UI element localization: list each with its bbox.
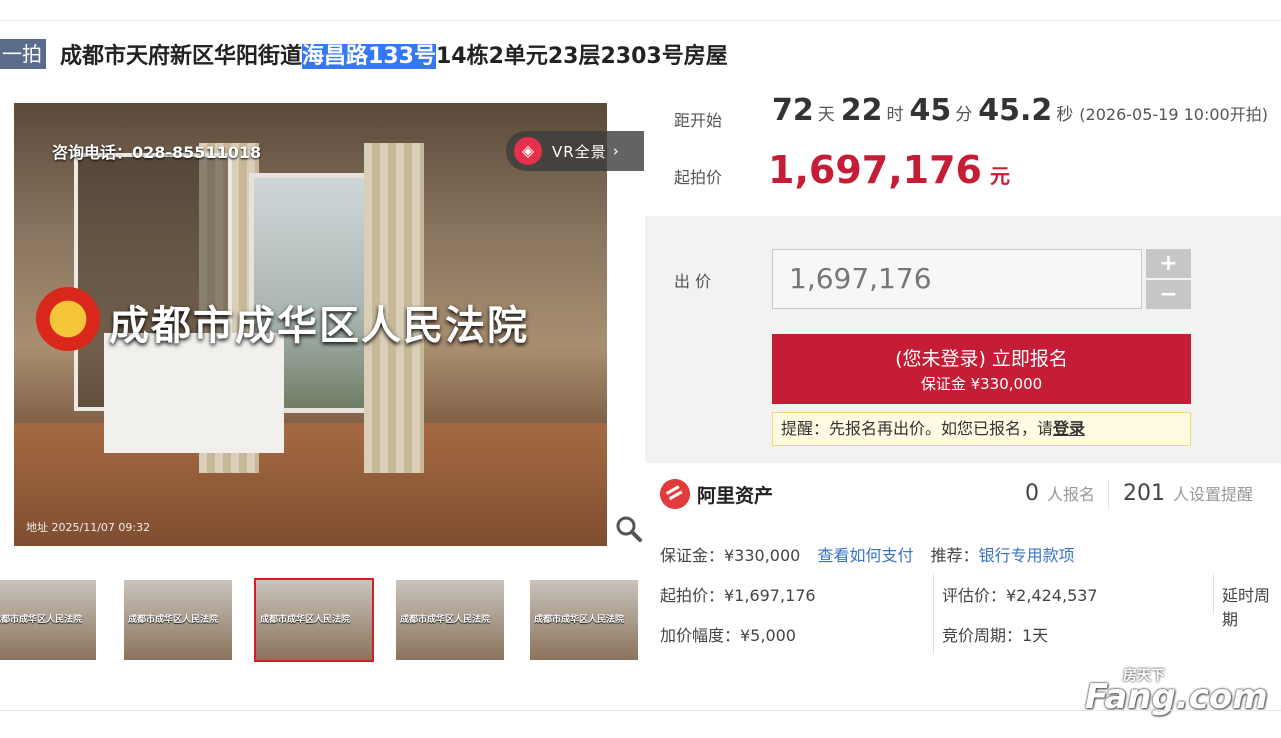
bid-panel: 出 价 1,697,176 + − (您未登录) 立即报名 保证金 ¥330,0… bbox=[645, 216, 1281, 463]
countdown-seconds-unit: 秒 bbox=[1056, 105, 1074, 125]
recommend-label: 推荐： bbox=[930, 546, 979, 565]
countdown-label: 距开始 bbox=[674, 111, 723, 130]
page-title: 成都市天府新区华阳街道海昌路133号14栋2单元23层2303号房屋 bbox=[60, 38, 728, 70]
thumbnail-1[interactable]: 成都市成华区人民法院 bbox=[0, 580, 96, 660]
reminder-text: 提醒：先报名再出价。如您已报名，请 bbox=[781, 419, 1054, 438]
start-price-label: 起拍价 bbox=[674, 168, 723, 187]
increment-detail: 加价幅度：¥5,000 bbox=[660, 626, 796, 645]
signup-button[interactable]: (您未登录) 立即报名 保证金 ¥330,000 bbox=[772, 334, 1191, 404]
stat-divider bbox=[1108, 479, 1109, 509]
start-price-detail: 起拍价：¥1,697,176 bbox=[660, 586, 816, 605]
countdown-minutes-unit: 分 bbox=[955, 105, 973, 125]
title-part-1: 成都市天府新区华阳街道 bbox=[60, 44, 303, 69]
thumbnail-4[interactable]: 成都市成华区人民法院 bbox=[396, 580, 504, 660]
bid-decrease-button[interactable]: − bbox=[1146, 280, 1191, 309]
thumbnail-3-selected[interactable]: 成都市成华区人民法院 bbox=[254, 578, 374, 662]
zoom-icon[interactable] bbox=[614, 514, 644, 544]
court-emblem-icon bbox=[36, 287, 100, 351]
deposit-row: 保证金：¥330,000 查看如何支付 推荐：银行专用款项 bbox=[660, 542, 1075, 566]
detail-divider-1 bbox=[933, 574, 934, 654]
photo-court-watermark: 成都市成华区人民法院 bbox=[109, 303, 529, 349]
bottom-divider bbox=[0, 710, 1281, 711]
thumbnail-caption: 成都市成华区人民法院 bbox=[400, 615, 491, 625]
countdown: 72 天 22 时 45 分 45.2 秒 (2026-05-19 10:00开拍) bbox=[772, 93, 1268, 128]
photo-phone-text: 咨询电话：028-85511018 bbox=[52, 143, 262, 162]
signup-deposit-label: 保证金 ¥330,000 bbox=[920, 375, 1043, 393]
reminders-label: 人设置提醒 bbox=[1173, 485, 1254, 504]
countdown-days-unit: 天 bbox=[817, 105, 835, 125]
start-price-unit: 元 bbox=[989, 164, 1010, 188]
countdown-hours: 22 bbox=[840, 93, 883, 128]
login-link[interactable]: 登录 bbox=[1053, 419, 1085, 438]
title-part-2: 14栋2单元23层2303号房屋 bbox=[435, 44, 728, 69]
countdown-hours-unit: 时 bbox=[886, 105, 904, 125]
reminders-count: 201 bbox=[1123, 481, 1165, 506]
countdown-days: 72 bbox=[772, 93, 814, 128]
title-highlight: 海昌路133号 bbox=[302, 44, 436, 69]
start-price: 1,697,176 元 bbox=[768, 148, 1010, 192]
ali-assets-logo-icon bbox=[660, 479, 690, 509]
photo-timestamp: 地址 2025/11/07 09:32 bbox=[26, 521, 151, 534]
countdown-seconds: 45.2 bbox=[978, 93, 1053, 128]
start-time: (2026-05-19 10:00开拍) bbox=[1079, 105, 1268, 124]
thumbnail-caption: 成都市成华区人民法院 bbox=[0, 615, 83, 625]
thumbnail-caption: 成都市成华区人民法院 bbox=[534, 615, 625, 625]
vr-tour-button[interactable]: ◈ VR全景 › bbox=[506, 131, 644, 171]
top-divider bbox=[0, 20, 1281, 21]
chevron-right-icon: › bbox=[612, 142, 620, 160]
bid-label: 出 价 bbox=[674, 272, 712, 291]
thumbnail-caption: 成都市成华区人民法院 bbox=[260, 615, 351, 625]
signups-stat: 0 人报名 bbox=[1025, 481, 1095, 506]
start-price-value: 1,697,176 bbox=[768, 148, 982, 192]
signups-label: 人报名 bbox=[1047, 485, 1096, 504]
platform-row: 阿里资产 0 人报名 201 人设置提醒 bbox=[645, 463, 1281, 523]
vr-label: VR全景 bbox=[552, 142, 607, 161]
period-detail: 竞价周期：1天 bbox=[942, 626, 1049, 645]
vr-icon: ◈ bbox=[514, 137, 542, 165]
delay-period-detail: 延时周期 bbox=[1222, 586, 1271, 629]
countdown-minutes: 45 bbox=[909, 93, 952, 128]
title-row: 一拍 成都市天府新区华阳街道海昌路133号14栋2单元23层2303号房屋 bbox=[0, 36, 728, 72]
signup-reminder: 提醒：先报名再出价。如您已报名，请登录 bbox=[772, 412, 1191, 446]
auction-round-tag: 一拍 bbox=[0, 39, 46, 69]
bid-amount-input[interactable]: 1,697,176 bbox=[772, 249, 1142, 309]
reminders-stat: 201 人设置提醒 bbox=[1123, 481, 1253, 506]
platform-name: 阿里资产 bbox=[697, 485, 774, 507]
bid-increase-button[interactable]: + bbox=[1146, 249, 1191, 278]
thumbnail-2[interactable]: 成都市成华区人民法院 bbox=[124, 580, 232, 660]
photo-desk bbox=[104, 333, 284, 453]
detail-divider-2 bbox=[1213, 574, 1214, 614]
watermark-en: Fang.com bbox=[1085, 677, 1268, 717]
deposit-value: 保证金：¥330,000 bbox=[660, 546, 801, 565]
thumbnail-caption: 成都市成华区人民法院 bbox=[128, 615, 219, 625]
signups-count: 0 bbox=[1025, 481, 1039, 506]
bank-account-link[interactable]: 银行专用款项 bbox=[979, 546, 1075, 565]
thumbnail-5[interactable]: 成都市成华区人民法院 bbox=[530, 580, 638, 660]
auction-summary: 距开始 72 天 22 时 45 分 45.2 秒 (2026-05-19 10:00开… bbox=[645, 90, 1281, 216]
signup-button-label: (您未登录) 立即报名 bbox=[895, 348, 1068, 370]
appraisal-detail: 评估价：¥2,424,537 bbox=[942, 586, 1098, 605]
how-to-pay-link[interactable]: 查看如何支付 bbox=[817, 546, 913, 565]
